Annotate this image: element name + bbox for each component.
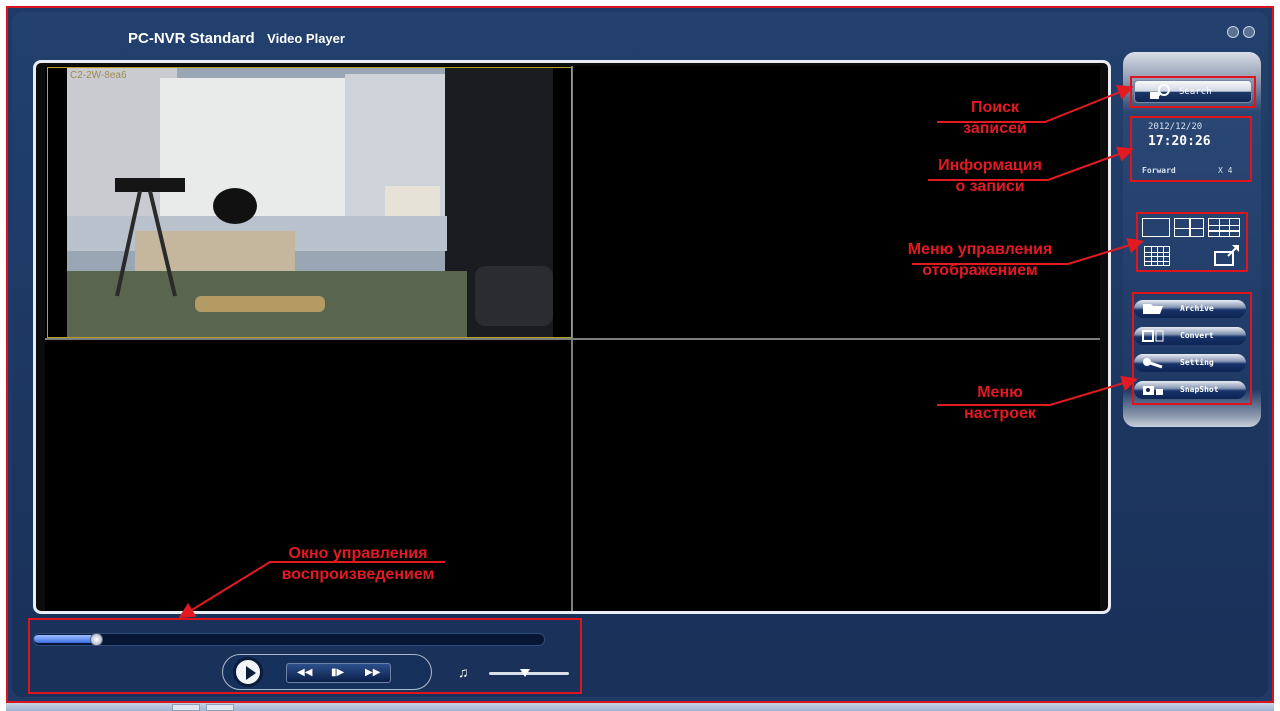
- settings-annotation: Меню настроек: [935, 382, 1065, 424]
- settings-annotation-line1: Меню: [977, 384, 1023, 401]
- search-annotation: Поиск записей: [930, 97, 1060, 139]
- settings-annotation-line2: настроек: [964, 405, 1036, 422]
- info-annotation-line2: о записи: [955, 178, 1025, 195]
- playback-annotation-line2: воспроизведением: [281, 566, 435, 583]
- info-annotation: Информация о записи: [910, 155, 1070, 197]
- display-annotation-line2: отображением: [922, 262, 1038, 279]
- playback-annotation: Окно управления воспроизведением: [248, 543, 468, 585]
- annotation-arrows: [178, 85, 1144, 619]
- taskbar-item[interactable]: [172, 704, 200, 711]
- taskbar-item[interactable]: [206, 704, 234, 711]
- display-annotation: Меню управления отображением: [880, 239, 1080, 281]
- search-annotation-line1: Поиск: [970, 99, 1019, 116]
- display-annotation-line1: Меню управления: [907, 241, 1053, 258]
- info-annotation-line1: Информация: [938, 157, 1042, 174]
- search-annotation-line2: записей: [963, 120, 1027, 137]
- playback-annotation-line1: Окно управления: [288, 545, 428, 562]
